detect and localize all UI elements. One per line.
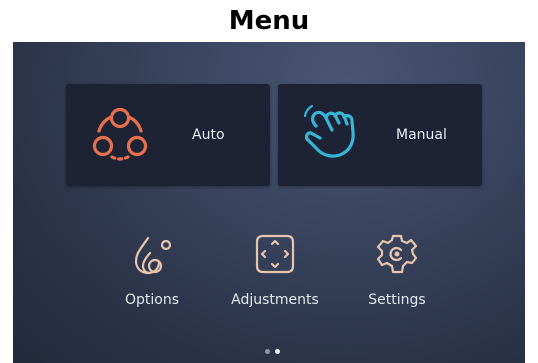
settings-label: Settings: [368, 292, 426, 308]
hand-pointer-icon: [303, 104, 355, 158]
adjustments-button[interactable]: Adjustments: [215, 232, 335, 322]
page-dot-2-active[interactable]: [275, 349, 280, 354]
settings-button[interactable]: Settings: [337, 232, 457, 322]
gear-icon: [376, 234, 418, 274]
adjust-arrows-icon: [255, 234, 295, 274]
adjustments-label: Adjustments: [231, 292, 319, 308]
page-dot-1[interactable]: [265, 349, 270, 354]
drops-icon: [134, 236, 172, 275]
options-button[interactable]: Options: [92, 232, 212, 322]
cycle-nodes-icon: [92, 107, 148, 161]
manual-label: Manual: [396, 127, 447, 143]
page-title: Menu: [228, 6, 310, 36]
device-screen: Auto Manual Options Adjustments Settings: [13, 42, 525, 363]
options-label: Options: [124, 292, 180, 308]
manual-mode-button[interactable]: Manual: [278, 84, 482, 186]
auto-mode-button[interactable]: Auto: [66, 84, 270, 186]
auto-label: Auto: [192, 127, 225, 143]
